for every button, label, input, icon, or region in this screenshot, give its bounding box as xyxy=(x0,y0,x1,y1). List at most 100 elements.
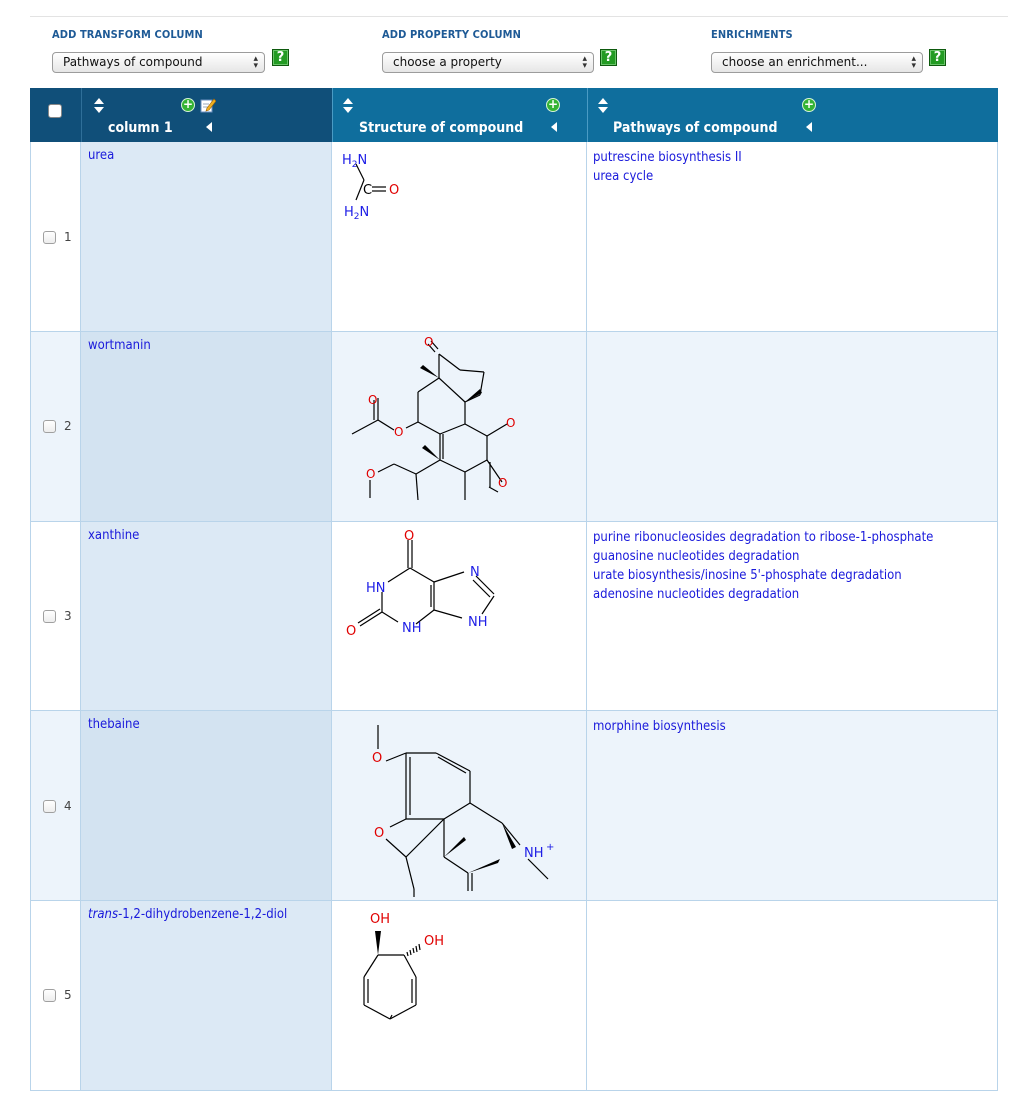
pathway-link[interactable]: guanosine nucleotides degradation xyxy=(593,547,933,566)
edit-icon[interactable] xyxy=(200,97,216,113)
oxygen-label: O xyxy=(404,529,414,544)
compound-name-link[interactable]: thebaine xyxy=(88,717,140,732)
pathway-link[interactable]: putrescine biosynthesis II xyxy=(593,148,742,167)
pathway-link[interactable]: morphine biosynthesis xyxy=(593,717,726,736)
pathway-link[interactable]: urate biosynthesis/inosine 5'-phosphate … xyxy=(593,566,933,585)
oxygen-label: O xyxy=(346,624,356,639)
table-row: 2 wortmanin O O O O O O xyxy=(30,332,998,522)
enrichment-control: ENRICHMENTS xyxy=(711,28,793,42)
pathway-list: putrescine biosynthesis II urea cycle xyxy=(593,148,742,186)
oxygen-label: O xyxy=(366,467,375,481)
row-select-cell: 5 xyxy=(30,901,81,1091)
row-checkbox[interactable] xyxy=(43,610,56,623)
compound-name-cell: wortmanin xyxy=(81,332,332,522)
oxygen-label: O xyxy=(394,425,403,439)
collapse-left-icon[interactable] xyxy=(551,122,557,132)
row-number: 5 xyxy=(64,988,72,1002)
compound-name-link[interactable]: xanthine xyxy=(88,528,139,543)
property-help-icon[interactable]: ? xyxy=(600,49,617,66)
add-column-icon[interactable]: + xyxy=(546,98,560,112)
pathways-cell: purine ribonucleosides degradation to ri… xyxy=(587,522,998,711)
row-select-cell: 2 xyxy=(30,332,81,522)
row-checkbox[interactable] xyxy=(43,989,56,1002)
structure-cell: O N HN O NH NH xyxy=(332,522,587,711)
compound-name-link[interactable]: wortmanin xyxy=(88,338,151,353)
row-select-cell: 1 xyxy=(30,142,81,332)
structure-title: Structure of compound xyxy=(359,120,524,136)
transform-select-value: Pathways of compound xyxy=(63,55,203,69)
sort-arrows-icon[interactable] xyxy=(94,98,104,114)
transform-label: ADD TRANSFORM COLUMN xyxy=(52,28,203,41)
row-select-cell: 3 xyxy=(30,522,81,711)
oxygen-label: O xyxy=(424,335,433,349)
select-all-header xyxy=(30,88,81,142)
top-divider xyxy=(30,16,1008,17)
enrichment-select[interactable]: choose an enrichment... ▴ ▾ xyxy=(711,52,923,73)
diol-structure: OH OH xyxy=(363,912,444,1020)
property-control: ADD PROPERTY COLUMN xyxy=(382,28,521,42)
oxygen-label: O xyxy=(368,393,377,407)
charge-label: + xyxy=(546,842,554,853)
compound-name-cell: thebaine xyxy=(81,711,332,901)
nitrogen-label: N xyxy=(470,565,480,580)
carbon-label: C xyxy=(363,183,372,198)
collapse-left-icon[interactable] xyxy=(806,122,812,132)
table-row: 5 trans-1,2-dihydrobenzene-1,2-diol OH O… xyxy=(30,901,998,1091)
oxygen-label: O xyxy=(506,416,515,430)
row-checkbox[interactable] xyxy=(43,800,56,813)
imine-label: HN xyxy=(366,581,386,596)
compound-name-text: -1,2-dihydrobenzene-1,2-diol xyxy=(118,907,288,922)
structure-cell: O O NH + xyxy=(332,711,587,901)
compound-name-link[interactable]: trans-1,2-dihydrobenzene-1,2-diol xyxy=(88,907,287,922)
pathways-title: Pathways of compound xyxy=(613,120,778,136)
transform-select[interactable]: Pathways of compound ▴ ▾ xyxy=(52,52,265,73)
compound-name-link[interactable]: urea xyxy=(88,148,114,163)
structure-cell: H2N C O H2N xyxy=(332,142,587,332)
pathways-cell xyxy=(587,901,998,1091)
compound-name-cell: trans-1,2-dihydrobenzene-1,2-diol xyxy=(81,901,332,1091)
select-all-checkbox[interactable] xyxy=(48,104,62,118)
column-1-title: column 1 xyxy=(108,120,173,136)
row-number: 1 xyxy=(64,230,72,244)
row-checkbox[interactable] xyxy=(43,231,56,244)
ammonium-label: NH xyxy=(524,846,544,861)
enrichment-help-icon[interactable]: ? xyxy=(929,49,946,66)
pathway-link[interactable]: urea cycle xyxy=(593,167,742,186)
structure-header[interactable]: Structure of compound + xyxy=(332,88,587,142)
row-number: 4 xyxy=(64,799,72,813)
oxygen-label: O xyxy=(389,183,399,198)
hydroxyl-label: OH xyxy=(424,934,444,949)
pathway-link[interactable]: adenosine nucleotides degradation xyxy=(593,585,933,604)
enrichment-select-value: choose an enrichment... xyxy=(722,55,868,69)
stereo-prefix: trans xyxy=(88,907,119,922)
amine-bottom-label: H2N xyxy=(344,205,369,222)
property-select[interactable]: choose a property ▴ ▾ xyxy=(382,52,594,73)
structure-cell: OH OH xyxy=(332,901,587,1091)
add-column-icon[interactable]: + xyxy=(802,98,816,112)
oxygen-label: O xyxy=(372,751,382,766)
pathways-header[interactable]: Pathways of compound + xyxy=(587,88,998,142)
sort-arrows-icon[interactable] xyxy=(598,98,608,114)
pathways-cell: putrescine biosynthesis II urea cycle xyxy=(587,142,998,332)
compound-name-cell: urea xyxy=(81,142,332,332)
select-arrows-icon: ▴ ▾ xyxy=(582,54,587,71)
property-select-value: choose a property xyxy=(393,55,502,69)
oxygen-label: O xyxy=(374,826,384,841)
select-arrows-icon: ▴ ▾ xyxy=(253,54,258,71)
pathway-link[interactable]: purine ribonucleosides degradation to ri… xyxy=(593,528,933,547)
pathway-list: purine ribonucleosides degradation to ri… xyxy=(593,528,933,604)
amine-top-label: H2N xyxy=(342,153,367,170)
add-column-icon[interactable]: + xyxy=(181,98,195,112)
pathway-list: morphine biosynthesis xyxy=(593,717,726,736)
pathways-cell: morphine biosynthesis xyxy=(587,711,998,901)
thebaine-structure: O O NH + xyxy=(372,725,554,897)
column-1-header[interactable]: column 1 + xyxy=(81,88,332,142)
row-number: 3 xyxy=(64,609,72,623)
row-checkbox[interactable] xyxy=(43,420,56,433)
transform-help-icon[interactable]: ? xyxy=(272,49,289,66)
structure-cell: O O O O O O xyxy=(332,332,587,522)
property-label: ADD PROPERTY COLUMN xyxy=(382,28,521,41)
sort-arrows-icon[interactable] xyxy=(343,98,353,114)
row-select-cell: 4 xyxy=(30,711,81,901)
collapse-left-icon[interactable] xyxy=(206,122,212,132)
